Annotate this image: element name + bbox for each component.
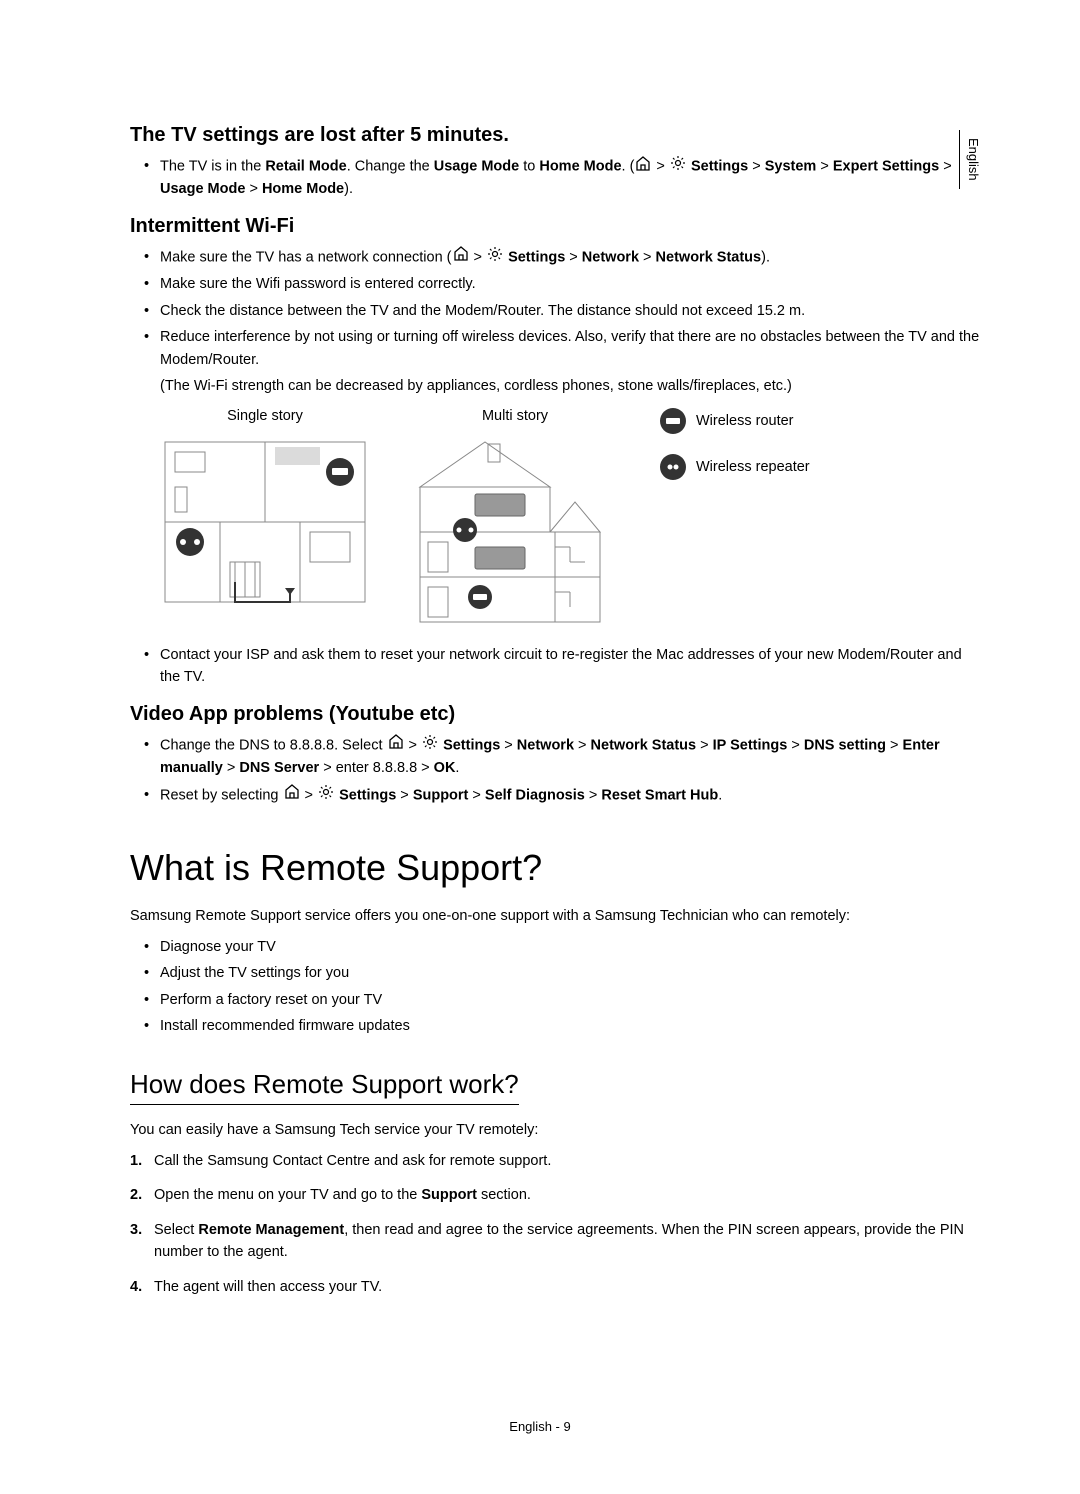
step-open-menu: Open the menu on your TV and go to the S… <box>130 1184 980 1206</box>
step-agent-access: The agent will then access your TV. <box>130 1276 980 1298</box>
step-call: Call the Samsung Contact Centre and ask … <box>130 1150 980 1172</box>
legend-wireless-repeater: Wireless repeater <box>660 454 810 480</box>
gear-icon <box>318 784 334 807</box>
section-tv-settings-title: The TV settings are lost after 5 minutes… <box>130 124 980 147</box>
bullet-change-dns: Change the DNS to 8.8.8.8. Select > Sett… <box>144 734 980 780</box>
legend-wireless-router: Wireless router <box>660 408 810 434</box>
bullet-distance: Check the distance between the TV and th… <box>144 300 980 322</box>
gear-icon <box>670 155 686 178</box>
section-wifi-title: Intermittent Wi-Fi <box>130 215 980 238</box>
section-video-app-title: Video App problems (Youtube etc) <box>130 703 980 726</box>
single-story-label: Single story <box>160 408 370 424</box>
home-icon <box>388 734 404 756</box>
bullet-contact-isp: Contact your ISP and ask them to reset y… <box>144 644 980 689</box>
multi-story-label: Multi story <box>410 408 620 424</box>
sub-title-how-works: How does Remote Support work? <box>130 1069 519 1105</box>
home-icon <box>453 246 469 268</box>
bullet-wifi-password: Make sure the Wifi password is entered c… <box>144 273 980 295</box>
bullet-adjust: Adjust the TV settings for you <box>144 962 980 984</box>
home-icon <box>284 784 300 806</box>
main-title-remote-support: What is Remote Support? <box>130 847 980 889</box>
bullet-firmware: Install recommended firmware updates <box>144 1015 980 1037</box>
bullet-factory-reset: Perform a factory reset on your TV <box>144 989 980 1011</box>
bullet-network-connection: Make sure the TV has a network connectio… <box>144 246 980 269</box>
diagram-row: Single story <box>160 408 980 632</box>
gear-icon <box>422 734 438 757</box>
single-story-diagram <box>160 432 370 612</box>
remote-support-intro: Samsung Remote Support service offers yo… <box>130 905 980 927</box>
router-icon <box>660 408 686 434</box>
bullet-reset-smart-hub: Reset by selecting > Settings > Support … <box>144 784 980 807</box>
multi-story-diagram <box>410 432 620 632</box>
home-icon <box>635 156 651 178</box>
bullet-interference: Reduce interference by not using or turn… <box>144 326 980 371</box>
step-remote-management: Select Remote Management, then read and … <box>130 1219 980 1264</box>
wifi-strength-note: (The Wi-Fi strength can be decreased by … <box>130 375 980 397</box>
how-works-intro: You can easily have a Samsung Tech servi… <box>130 1119 980 1141</box>
page-footer: English - 9 <box>0 1419 1080 1434</box>
bullet-retail-mode: The TV is in the Retail Mode. Change the… <box>144 155 980 201</box>
bullet-diagnose: Diagnose your TV <box>144 936 980 958</box>
gear-icon <box>487 246 503 269</box>
repeater-icon <box>660 454 686 480</box>
